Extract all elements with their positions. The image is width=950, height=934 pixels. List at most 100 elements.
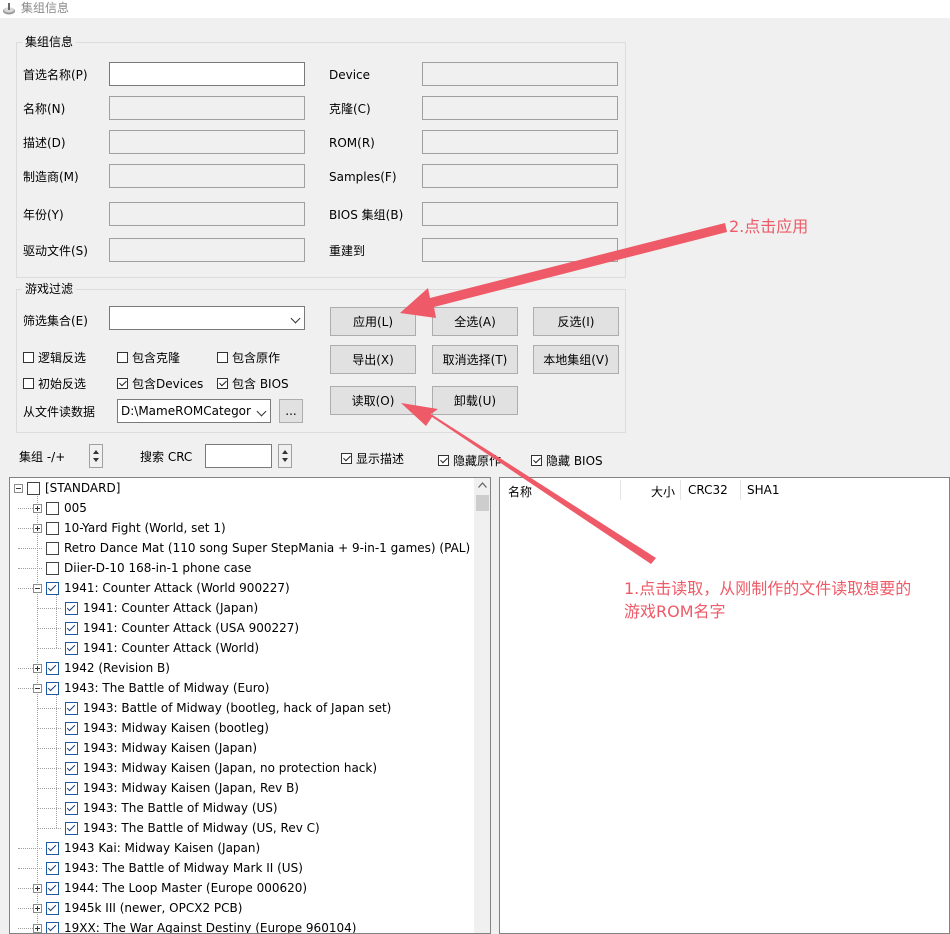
tree-item[interactable]: 1943: Midway Kaisen (Japan, Rev B)	[52, 778, 299, 798]
file-path-dropdown[interactable]: D:\MameROMCategor	[117, 399, 271, 423]
driver-file-field[interactable]	[109, 238, 305, 262]
tree-item-checkbox[interactable]	[46, 501, 59, 515]
tree-item-checkbox[interactable]	[27, 481, 40, 495]
set-tree[interactable]: [STANDARD] 005 10-Yard Fight (World, set 1…	[9, 477, 491, 934]
set-spinner[interactable]	[89, 444, 103, 468]
include-bios-checkbox[interactable]: 包含 BIOS	[217, 375, 289, 392]
tree-item-checkbox[interactable]	[65, 801, 78, 815]
tree-item[interactable]: 1943: Midway Kaisen (Japan)	[52, 738, 257, 758]
select-all-button[interactable]: 全选(A)	[432, 307, 518, 336]
tree-item-checkbox[interactable]	[46, 861, 59, 875]
expand-icon[interactable]	[33, 663, 42, 673]
tree-item-checkbox[interactable]	[46, 901, 59, 915]
tree-scrollbar[interactable]	[474, 478, 490, 933]
tree-item-checkbox[interactable]	[46, 521, 59, 535]
local-set-button[interactable]: 本地集组(V)	[533, 345, 619, 374]
tree-item-checkbox[interactable]	[65, 601, 78, 615]
bios-set-field[interactable]	[422, 202, 618, 226]
tree-item[interactable]: 10-Yard Fight (World, set 1)	[33, 518, 226, 538]
apply-button[interactable]: 应用(L)	[330, 307, 416, 336]
tree-item-checkbox[interactable]	[46, 841, 59, 855]
tree-item-checkbox[interactable]	[46, 561, 59, 575]
clone-field[interactable]	[422, 96, 618, 120]
tree-item[interactable]: 1944: The Loop Master (Europe 000620)	[33, 878, 307, 898]
tree-item[interactable]: 1942 (Revision B)	[33, 658, 170, 678]
export-button[interactable]: 导出(X)	[330, 345, 416, 374]
tree-item[interactable]: 005	[33, 498, 87, 518]
tree-item[interactable]: Retro Dance Mat (110 song Super StepMani…	[33, 538, 470, 558]
tree-item-checkbox[interactable]	[46, 881, 59, 895]
name-field[interactable]	[109, 96, 305, 120]
tree-item-checkbox[interactable]	[65, 621, 78, 635]
tree-item[interactable]: 1943: The Battle of Midway (US, Rev C)	[52, 818, 320, 838]
logic-invert-checkbox[interactable]: 逻辑反选	[23, 349, 86, 366]
include-clones-checkbox[interactable]: 包含克隆	[117, 349, 180, 366]
samples-field[interactable]	[422, 164, 618, 188]
tree-item-checkbox[interactable]	[65, 761, 78, 775]
show-description-checkbox[interactable]: 显示描述	[341, 450, 404, 467]
col-separator[interactable]	[620, 480, 621, 500]
include-originals-checkbox[interactable]: 包含原作	[217, 349, 280, 366]
read-button[interactable]: 读取(O)	[330, 386, 416, 415]
year-field[interactable]	[109, 202, 305, 226]
collapse-icon[interactable]	[33, 583, 42, 593]
tree-item[interactable]: 1943: Midway Kaisen (bootleg)	[52, 718, 269, 738]
tree-scroll-thumb[interactable]	[476, 495, 489, 511]
expand-icon[interactable]	[33, 883, 42, 893]
tree-item-checkbox[interactable]	[65, 821, 78, 835]
initial-invert-checkbox[interactable]: 初始反选	[23, 375, 86, 392]
tree-item-checkbox[interactable]	[65, 641, 78, 655]
expand-icon[interactable]	[33, 923, 42, 933]
tree-item-checkbox[interactable]	[65, 701, 78, 715]
tree-item[interactable]: 1943: Midway Kaisen (Japan, no protectio…	[52, 758, 377, 778]
tree-item-checkbox[interactable]	[46, 661, 59, 675]
tree-item-checkbox[interactable]	[65, 741, 78, 755]
filter-set-dropdown[interactable]	[109, 306, 305, 330]
tree-item[interactable]: 1941: Counter Attack (World)	[52, 638, 259, 658]
collapse-icon[interactable]	[33, 683, 42, 693]
deselect-button[interactable]: 取消选择(T)	[432, 345, 518, 374]
tree-item[interactable]: 1943: Battle of Midway (bootleg, hack of…	[52, 698, 391, 718]
crc-spinner[interactable]	[278, 444, 292, 468]
invert-button[interactable]: 反选(I)	[533, 307, 619, 336]
hide-original-checkbox[interactable]: 隐藏原作	[438, 452, 501, 469]
description-field[interactable]	[109, 130, 305, 154]
tree-item-checkbox[interactable]	[46, 681, 59, 695]
unload-button[interactable]: 卸载(U)	[432, 386, 518, 415]
tree-item[interactable]: 1943: The Battle of Midway (Euro)	[33, 678, 269, 698]
col-crc32-header[interactable]: CRC32	[688, 483, 728, 497]
tree-item[interactable]: 1941: Counter Attack (World 900227)	[33, 578, 290, 598]
preferred-name-input[interactable]	[109, 62, 305, 86]
tree-item-checkbox[interactable]	[46, 581, 59, 595]
tree-item[interactable]: 1945k III (newer, OPCX2 PCB)	[33, 898, 242, 918]
col-sha1-header[interactable]: SHA1	[747, 483, 779, 497]
col-separator[interactable]	[740, 480, 741, 500]
manufacturer-field[interactable]	[109, 164, 305, 188]
device-field[interactable]	[422, 62, 618, 86]
expand-icon[interactable]	[33, 523, 42, 533]
tree-item-checkbox[interactable]	[65, 781, 78, 795]
rom-list[interactable]: 名称 大小 CRC32 SHA1	[499, 477, 950, 934]
tree-item-checkbox[interactable]	[46, 541, 59, 555]
browse-button[interactable]: ...	[279, 399, 303, 423]
scroll-up-icon[interactable]	[478, 482, 487, 488]
col-name-header[interactable]: 名称	[508, 483, 532, 500]
tree-item[interactable]: Diier-D-10 168-in-1 phone case	[33, 558, 251, 578]
rom-field[interactable]	[422, 130, 618, 154]
tree-item-checkbox[interactable]	[65, 721, 78, 735]
collapse-icon[interactable]	[14, 483, 23, 493]
tree-item[interactable]: 19XX: The War Against Destiny (Europe 96…	[33, 918, 356, 933]
hide-bios-checkbox[interactable]: 隐藏 BIOS	[531, 452, 603, 469]
tree-item[interactable]: 1943: The Battle of Midway Mark II (US)	[33, 858, 303, 878]
col-separator[interactable]	[680, 480, 681, 500]
search-crc-input[interactable]	[205, 444, 272, 468]
tree-item[interactable]: 1941: Counter Attack (USA 900227)	[52, 618, 299, 638]
tree-item[interactable]: [STANDARD]	[14, 478, 120, 498]
tree-item-checkbox[interactable]	[46, 921, 59, 933]
tree-item[interactable]: 1943 Kai: Midway Kaisen (Japan)	[33, 838, 260, 858]
tree-item[interactable]: 1941: Counter Attack (Japan)	[52, 598, 258, 618]
expand-icon[interactable]	[33, 503, 42, 513]
expand-icon[interactable]	[33, 903, 42, 913]
tree-item[interactable]: 1943: The Battle of Midway (US)	[52, 798, 278, 818]
rebuild-to-field[interactable]	[422, 238, 618, 262]
